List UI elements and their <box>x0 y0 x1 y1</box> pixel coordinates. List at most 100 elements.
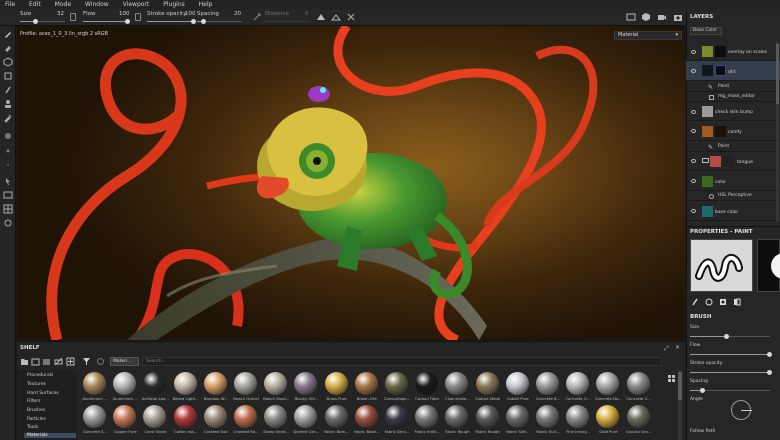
flow-value[interactable]: 100 <box>119 11 130 17</box>
material-tile[interactable]: Gold Pure <box>593 405 623 440</box>
material-tile[interactable]: Brown Dirt <box>352 372 382 407</box>
material-tile[interactable]: Fabric Base... <box>352 405 382 440</box>
projection-icon[interactable] <box>3 57 13 67</box>
stroke-opacity-slider[interactable] <box>147 19 196 24</box>
material-tile[interactable]: Fabric Soft... <box>503 405 533 440</box>
flow-pressure-icon[interactable] <box>135 13 141 21</box>
angle-dial[interactable] <box>731 400 752 420</box>
flow-slider[interactable] <box>83 19 130 24</box>
brush-alpha-preview[interactable] <box>757 239 780 292</box>
layer-row[interactable]: dirt <box>686 61 780 81</box>
eye-icon[interactable] <box>691 69 696 73</box>
brush-stroke-preview[interactable] <box>690 239 753 292</box>
eye-icon[interactable] <box>691 129 696 133</box>
material-tile[interactable]: Fine Jersey... <box>563 405 593 440</box>
menu-file[interactable]: File <box>5 1 15 8</box>
material-tile[interactable]: Concrete Cl... <box>563 372 593 407</box>
material-tile[interactable]: Cobalt Pure <box>503 372 533 407</box>
prop-stroke-opacity-slider[interactable] <box>690 370 772 375</box>
size-slider[interactable] <box>20 19 65 24</box>
shelf-category-textures[interactable]: Textures <box>27 382 46 387</box>
refresh-icon[interactable] <box>96 357 105 366</box>
image-icon[interactable] <box>3 190 13 200</box>
eraser-icon[interactable] <box>3 43 13 53</box>
clone-icon[interactable] <box>3 99 13 109</box>
menu-window[interactable]: Window <box>85 1 109 8</box>
material-tile[interactable]: Concrete S... <box>624 372 654 407</box>
paint-brush-icon[interactable] <box>3 29 13 39</box>
grid-view-icon[interactable] <box>667 374 676 383</box>
material-tile[interactable]: Copper Pure <box>110 405 140 440</box>
shelf-scrollbar-thumb[interactable] <box>678 372 682 400</box>
grid-icon[interactable] <box>3 204 13 214</box>
material-tile[interactable]: Coral Stone <box>140 405 170 440</box>
eye-icon[interactable] <box>691 209 696 213</box>
menu-help[interactable]: Help <box>199 1 213 8</box>
shelf-category-brushes[interactable]: Brushes <box>27 408 45 413</box>
material-tile[interactable]: Ground Gra... <box>624 405 654 440</box>
material-tile[interactable]: Coated Metal <box>473 372 503 407</box>
shelf-category-filters[interactable]: Filters <box>27 399 41 404</box>
eye-icon[interactable] <box>691 110 696 114</box>
spacing-value[interactable]: 20 <box>234 11 241 17</box>
color-picker-icon[interactable] <box>3 113 13 123</box>
material-tile[interactable]: Concrete Do... <box>593 372 623 407</box>
material-tile[interactable]: Aluminium ... <box>110 372 140 407</box>
menu-mode[interactable]: Mode <box>55 1 71 8</box>
shelf-category-tools[interactable]: Tools <box>27 425 38 430</box>
layer-row[interactable]: base color <box>686 202 780 221</box>
prop-flow-slider[interactable] <box>690 352 772 357</box>
shelf-category-particles[interactable]: Particles <box>27 417 46 422</box>
material-tile[interactable]: Blocky Olif... <box>291 372 321 407</box>
material-tile[interactable]: Fabric Deni... <box>382 405 412 440</box>
settings-cross-icon[interactable] <box>346 12 356 22</box>
layer-effect-row[interactable]: HSL Perceptive <box>686 191 780 201</box>
close-icon[interactable]: ✕ <box>675 344 680 351</box>
menu-edit[interactable]: Edit <box>29 1 41 8</box>
sphere-icon[interactable] <box>3 131 13 141</box>
spacing-slider[interactable] <box>197 19 242 24</box>
eye-icon[interactable] <box>691 159 696 163</box>
material-tile[interactable]: Beach Gravel <box>231 372 261 407</box>
material-tile[interactable]: Fabric Knitt... <box>412 405 442 440</box>
material-tile[interactable]: Chainmaile... <box>442 372 472 407</box>
layer-effect-row[interactable]: ✎ Paint <box>686 142 780 152</box>
camera-icon[interactable] <box>673 12 683 22</box>
material-tile[interactable]: Camouflage... <box>382 372 412 407</box>
material-tile[interactable]: Cracked Soil <box>201 405 231 440</box>
layer-effect-row[interactable]: mg_mask_editor <box>686 92 780 102</box>
material-tile[interactable]: Aluminium ... <box>80 372 110 407</box>
distance-slider[interactable] <box>265 21 310 22</box>
folder-icon[interactable] <box>20 357 29 366</box>
menu-plugins[interactable]: Plugins <box>163 1 185 8</box>
pointer-icon[interactable] <box>3 176 13 186</box>
viewport-3d[interactable] <box>17 26 685 340</box>
expand-icon[interactable]: ⤢ <box>664 345 669 353</box>
layer-row[interactable]: color <box>686 172 780 191</box>
layers-scrollbar-thumb[interactable] <box>776 44 779 104</box>
layer-row[interactable]: tongue <box>686 152 780 171</box>
material-tile[interactable]: Cotton wa... <box>171 405 201 440</box>
shelf-search-input[interactable]: Search... <box>142 357 662 366</box>
hide-icon[interactable] <box>54 357 63 366</box>
material-tile[interactable]: Concrete S... <box>80 405 110 440</box>
polyfill-icon[interactable] <box>3 71 13 81</box>
record-icon[interactable] <box>3 218 13 228</box>
material-tile[interactable]: Fabric Suit... <box>533 405 563 440</box>
material-tile[interactable]: Fabric Bam... <box>322 405 352 440</box>
distance-value[interactable]: 0 <box>305 11 309 17</box>
material-tile[interactable]: Beach Sand... <box>261 372 291 407</box>
material-tile[interactable]: Artificial Lea... <box>140 372 170 407</box>
layer-row[interactable]: comfy <box>686 122 780 141</box>
layer-row[interactable]: overlay on scales <box>686 43 780 61</box>
menu-viewport[interactable]: Viewport <box>123 1 150 8</box>
layer-row[interactable]: check skin bump <box>686 103 780 121</box>
brush-tab-icon[interactable] <box>691 298 699 306</box>
stencil-tab-icon[interactable] <box>733 298 741 306</box>
prop-spacing-slider[interactable] <box>690 388 770 393</box>
new-folder-icon[interactable] <box>31 357 40 366</box>
dot-icon[interactable] <box>3 146 13 156</box>
mirror-icon[interactable] <box>331 12 341 22</box>
shelf-category-procedurals[interactable]: Procedurals <box>27 373 53 378</box>
video-camera-icon[interactable] <box>657 12 667 22</box>
